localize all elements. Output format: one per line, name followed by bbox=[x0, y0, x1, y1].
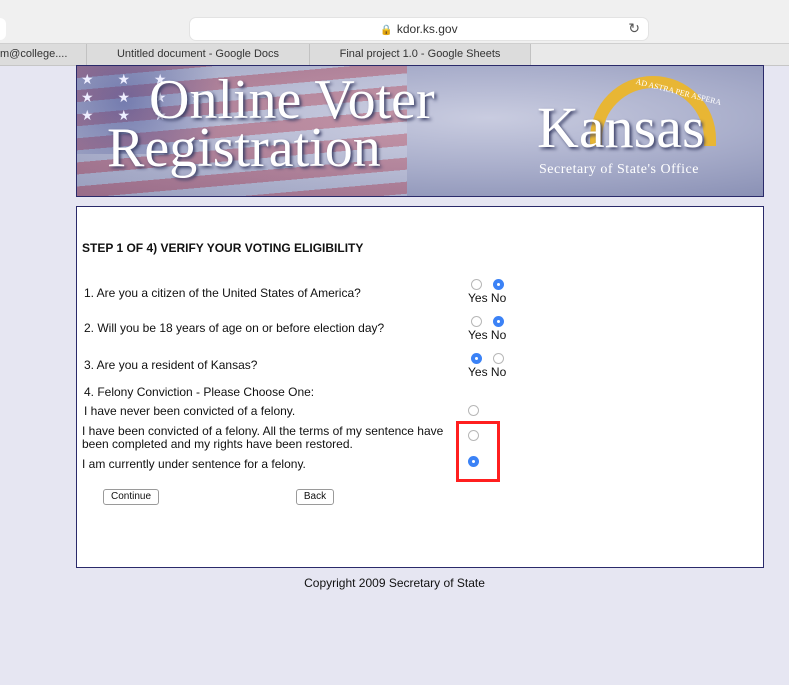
felony-option-never: I have never been convicted of a felony. bbox=[84, 404, 296, 418]
browser-toolbar: 🔒 kdor.ks.gov ↻ bbox=[0, 0, 789, 43]
citizen-yes-radio[interactable] bbox=[471, 279, 482, 290]
felony-heading: 4. Felony Conviction - Please Choose One… bbox=[84, 385, 315, 399]
url-text: kdor.ks.gov bbox=[396, 22, 458, 36]
step-title: STEP 1 OF 4) VERIFY YOUR VOTING ELIGIBIL… bbox=[82, 241, 364, 255]
question-age: 2. Will you be 18 years of age on or bef… bbox=[84, 321, 385, 335]
felony-never-radio[interactable] bbox=[468, 405, 479, 416]
tab-strip: m@college.... Untitled document - Google… bbox=[0, 43, 789, 66]
banner-title: Online Voter Registration bbox=[107, 69, 435, 179]
reload-icon[interactable]: ↻ bbox=[628, 20, 640, 37]
eligibility-form: STEP 1 OF 4) VERIFY YOUR VOTING ELIGIBIL… bbox=[76, 206, 764, 568]
age-no-radio[interactable] bbox=[493, 316, 504, 327]
age-yes-no-label: Yes No bbox=[468, 328, 507, 342]
question-resident: 3. Are you a resident of Kansas? bbox=[84, 358, 258, 372]
previous-field-stub bbox=[0, 18, 6, 40]
resident-yes-radio[interactable] bbox=[471, 353, 482, 364]
resident-no-radio[interactable] bbox=[493, 353, 504, 364]
citizen-no-radio[interactable] bbox=[493, 279, 504, 290]
felony-option-restored-line1: I have been convicted of a felony. All t… bbox=[82, 424, 444, 438]
felony-option-restored-line2: been completed and my rights have been r… bbox=[82, 437, 353, 451]
tab-college-email[interactable]: m@college.... bbox=[0, 44, 87, 65]
tab-google-docs[interactable]: Untitled document - Google Docs bbox=[87, 44, 310, 65]
continue-button[interactable]: Continue bbox=[103, 489, 159, 505]
resident-yes-no-label: Yes No bbox=[468, 365, 507, 379]
office-name: Secretary of State's Office bbox=[539, 162, 699, 177]
felony-option-under-sentence: I am currently under sentence for a felo… bbox=[82, 457, 306, 471]
copyright-text: Copyright 2009 Secretary of State bbox=[304, 576, 485, 590]
address-bar[interactable]: 🔒 kdor.ks.gov ↻ bbox=[190, 18, 648, 40]
highlight-annotation-box bbox=[456, 421, 500, 482]
back-button[interactable]: Back bbox=[296, 489, 334, 505]
tab-kdor[interactable] bbox=[531, 44, 789, 65]
tab-google-sheets[interactable]: Final project 1.0 - Google Sheets bbox=[310, 44, 531, 65]
header-banner: ★ ★ ★ ★ ★ ★ ★ ★ ★ ★ Online Voter Registrat… bbox=[76, 65, 764, 197]
citizen-yes-no-label: Yes No bbox=[468, 291, 507, 305]
age-yes-radio[interactable] bbox=[471, 316, 482, 327]
kansas-logo-text: Kansas bbox=[537, 95, 705, 160]
lock-icon: 🔒 bbox=[380, 25, 393, 36]
question-citizen: 1. Are you a citizen of the United State… bbox=[84, 286, 361, 300]
